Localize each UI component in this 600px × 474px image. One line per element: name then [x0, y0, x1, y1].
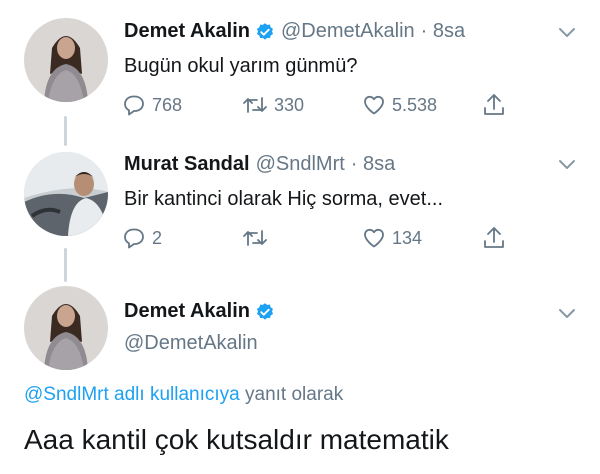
tweet-1-like-button[interactable]: 5.538: [362, 93, 437, 117]
tweet-2-like-count: 134: [392, 227, 423, 248]
tweet-3-display-name[interactable]: Demet Akalin: [124, 300, 250, 323]
tweet-2-timestamp[interactable]: · 8sa: [351, 153, 395, 176]
tweet-2-reply-button[interactable]: 2: [122, 226, 162, 250]
tweet-3-text: Aaa kantil çok kutsaldır matematik: [24, 424, 449, 455]
tweet-1-text: Bugün okul yarım günmü?: [124, 55, 358, 77]
avatar-demet-akalin[interactable]: [24, 286, 108, 370]
tweet-1-reply-count: 768: [152, 94, 183, 115]
chevron-down-icon[interactable]: [558, 27, 576, 39]
tweet-2-display-name[interactable]: Murat Sandal: [124, 153, 250, 176]
tweet-1-retweet-button[interactable]: 330: [242, 93, 304, 117]
tweet-1-reply-button[interactable]: 768: [122, 93, 182, 117]
tweet-1-header: Demet Akalin @DemetAkalin · 8sa: [124, 20, 465, 43]
thread-line-2: [64, 248, 67, 282]
tweet-2-share-button[interactable]: [482, 225, 506, 251]
avatar-photo-murat: [24, 152, 108, 236]
tweet-2-retweet-button[interactable]: [242, 226, 274, 250]
reply-to-suffix: yanıt olarak: [245, 384, 344, 405]
avatar-photo-demet-2: [24, 286, 108, 370]
tweet-2-reply-count: 2: [152, 227, 163, 248]
chevron-down-icon[interactable]: [558, 159, 576, 171]
verified-badge-icon: [255, 302, 275, 322]
chevron-down-icon[interactable]: [558, 308, 576, 320]
heart-icon: [364, 228, 384, 248]
reply-to-link[interactable]: @SndlMrt adlı kullanıcıya: [24, 384, 240, 405]
reply-icon: [124, 95, 144, 116]
tweet-2-handle[interactable]: @SndlMrt: [256, 153, 345, 176]
tweet-1-display-name[interactable]: Demet Akalin: [124, 20, 250, 43]
avatar-murat-sandal[interactable]: [24, 152, 108, 236]
tweet-1-like-count: 5.538: [392, 94, 438, 115]
tweet-2-header: Murat Sandal @SndlMrt · 8sa: [124, 153, 395, 176]
retweet-icon: [243, 97, 267, 113]
tweet-3-header: Demet Akalin: [124, 300, 275, 323]
avatar-demet-akalin[interactable]: [24, 18, 108, 102]
retweet-icon: [243, 230, 267, 246]
tweet-1-share-button[interactable]: [482, 92, 506, 118]
share-icon: [484, 227, 504, 248]
avatar-photo-demet-1: [24, 18, 108, 102]
tweet-1-retweet-count: 330: [274, 94, 305, 115]
share-icon: [484, 94, 504, 115]
reply-icon: [124, 228, 144, 249]
tweet-3-handle[interactable]: @DemetAkalin: [124, 332, 258, 355]
thread-line-1: [64, 116, 67, 146]
tweet-1-timestamp[interactable]: · 8sa: [421, 20, 465, 43]
tweet-2-like-button[interactable]: 134: [362, 226, 422, 250]
reply-context: @SndlMrt adlı kullanıcıya yanıt olarak: [24, 384, 343, 406]
heart-icon: [364, 95, 384, 115]
tweet-2-text: Bir kantinci olarak Hiç sorma, evet...: [124, 188, 443, 210]
verified-badge-icon: [255, 22, 275, 42]
tweet-1-handle[interactable]: @DemetAkalin: [281, 20, 415, 43]
